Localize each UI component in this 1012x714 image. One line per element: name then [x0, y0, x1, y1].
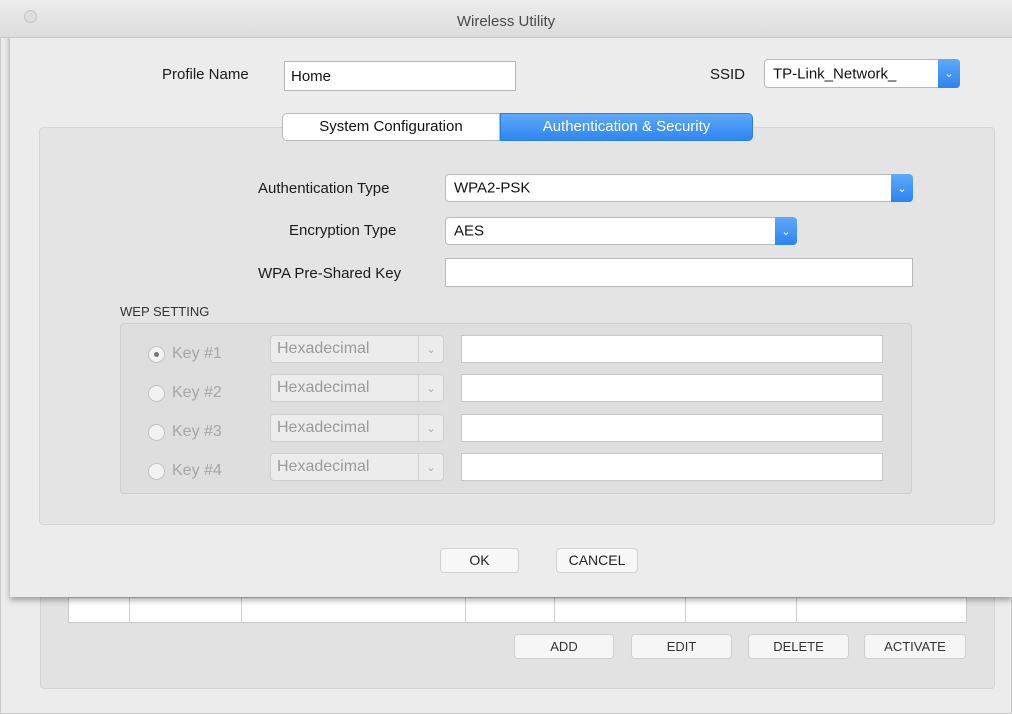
key3-radio[interactable] — [148, 424, 165, 441]
chevron-down-icon: ⌄ — [938, 59, 960, 88]
tab-system-configuration[interactable]: System Configuration — [282, 113, 500, 141]
window-title: Wireless Utility — [456, 13, 556, 30]
key4-format-value: Hexadecimal — [277, 458, 370, 475]
wpa-psk-input[interactable] — [445, 258, 913, 287]
key4-radio[interactable] — [148, 463, 165, 480]
key3-format-value: Hexadecimal — [277, 419, 370, 436]
ssid-label: SSID — [710, 66, 746, 83]
ok-button[interactable]: OK — [440, 548, 519, 573]
encryption-type-value: AES — [454, 222, 485, 240]
ssid-value: TP-Link_Network_ — [773, 65, 897, 82]
chevron-down-icon: ⌄ — [418, 415, 443, 441]
profile-name-input[interactable] — [284, 61, 516, 91]
key2-label: Key #2 — [172, 384, 222, 401]
encryption-type-label: Encryption Type — [289, 222, 397, 239]
table-column-divider — [241, 598, 242, 622]
chevron-down-icon: ⌄ — [891, 174, 913, 202]
key4-label: Key #4 — [172, 462, 222, 479]
table-column-divider — [796, 598, 797, 622]
encryption-type-select[interactable]: AES ⌄ — [445, 217, 797, 245]
table-column-divider — [554, 598, 555, 622]
ssid-select[interactable]: TP-Link_Network_ ⌄ — [764, 59, 960, 88]
key2-format-value: Hexadecimal — [277, 379, 370, 396]
cancel-button[interactable]: CANCEL — [556, 548, 638, 573]
key3-label: Key #3 — [172, 423, 222, 440]
wpa-psk-label: WPA Pre-Shared Key — [258, 265, 402, 282]
table-column-divider — [685, 598, 686, 622]
chevron-down-icon: ⌄ — [775, 217, 797, 245]
key2-input[interactable] — [461, 374, 883, 402]
wep-setting-heading: WEP SETTING — [120, 304, 210, 319]
key1-radio[interactable] — [148, 346, 165, 363]
profile-dialog: Wireless Utility Profile Name SSID TP-Li… — [0, 0, 1012, 597]
key4-input[interactable] — [461, 453, 883, 481]
key1-format-select[interactable]: Hexadecimal ⌄ — [270, 335, 444, 363]
key2-radio[interactable] — [148, 385, 165, 402]
key1-input[interactable] — [461, 335, 883, 363]
authentication-type-select[interactable]: WPA2-PSK ⌄ — [445, 174, 913, 202]
key4-format-select[interactable]: Hexadecimal ⌄ — [270, 453, 444, 481]
key2-format-select[interactable]: Hexadecimal ⌄ — [270, 374, 444, 402]
key3-format-select[interactable]: Hexadecimal ⌄ — [270, 414, 444, 442]
chevron-down-icon: ⌄ — [418, 375, 443, 401]
profile-table[interactable] — [68, 597, 967, 623]
table-column-divider — [129, 598, 130, 622]
delete-button[interactable]: DELETE — [748, 634, 849, 659]
profile-name-label: Profile Name — [162, 66, 249, 83]
activate-button[interactable]: ACTIVATE — [864, 634, 966, 659]
add-button[interactable]: ADD — [514, 634, 614, 659]
key3-input[interactable] — [461, 414, 883, 442]
key1-label: Key #1 — [172, 345, 222, 362]
chevron-down-icon: ⌄ — [418, 454, 443, 480]
edit-button[interactable]: EDIT — [631, 634, 732, 659]
table-column-divider — [465, 598, 466, 622]
authentication-type-label: Authentication Type — [258, 180, 390, 197]
title-bar: Wireless Utility — [0, 0, 1012, 38]
tab-authentication-security[interactable]: Authentication & Security — [500, 113, 753, 141]
key1-format-value: Hexadecimal — [277, 340, 370, 357]
chevron-down-icon: ⌄ — [418, 336, 443, 362]
authentication-type-value: WPA2-PSK — [454, 179, 531, 197]
